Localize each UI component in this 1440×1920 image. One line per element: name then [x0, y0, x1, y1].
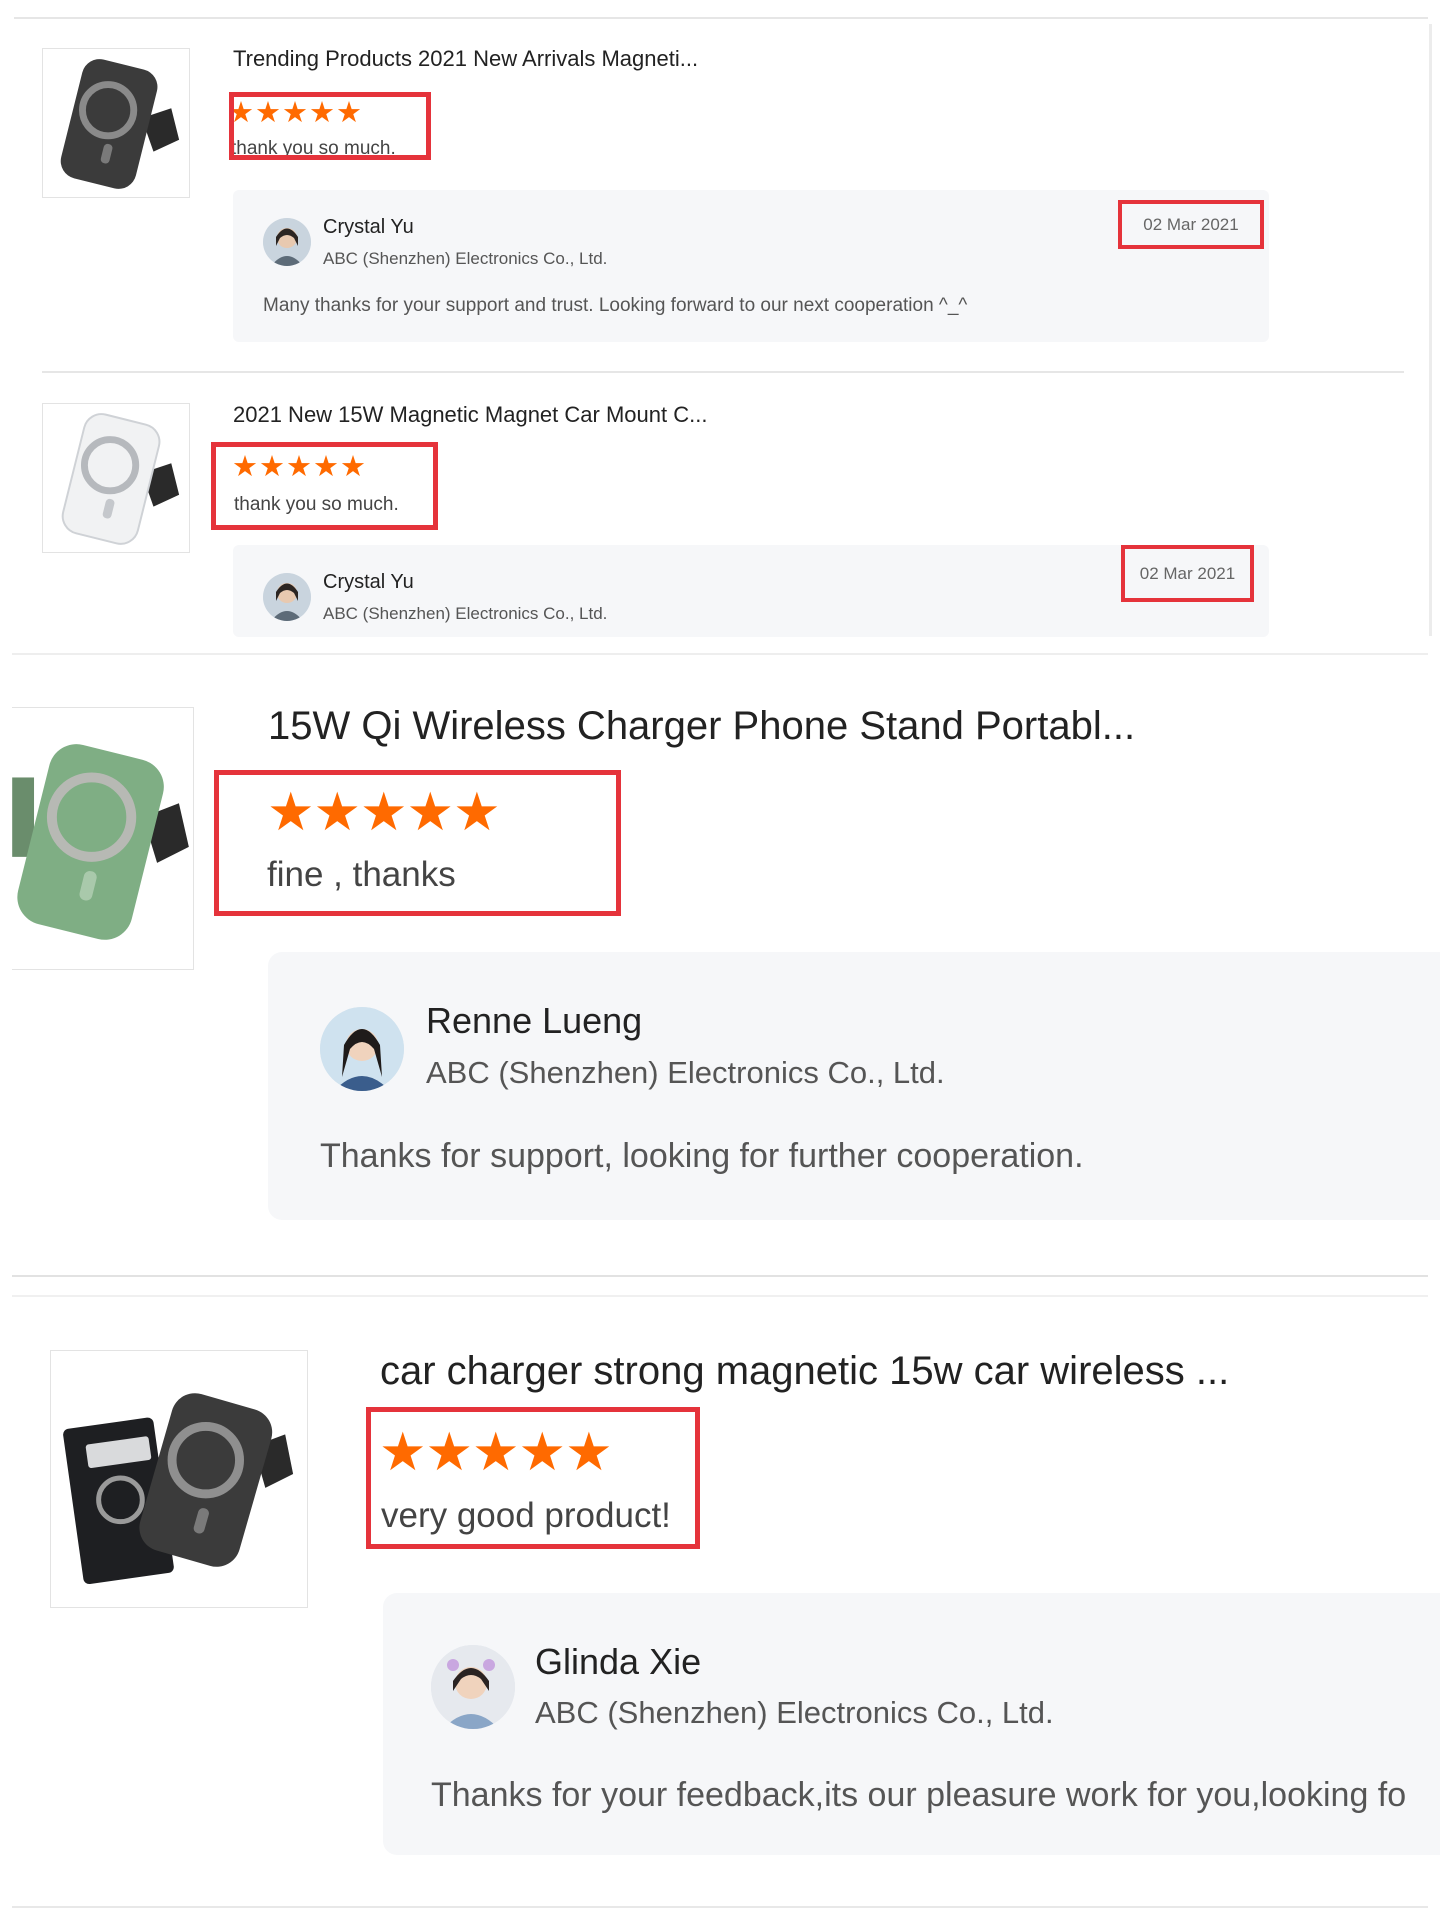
- star-icon: ★: [340, 451, 367, 483]
- divider: [42, 371, 1404, 373]
- divider: [12, 1906, 1428, 1908]
- supplier-reply: Crystal Yu ABC (Shenzhen) Electronics Co…: [233, 545, 1269, 637]
- star-icon: ★: [425, 1423, 474, 1482]
- product-thumbnail[interactable]: [50, 1350, 308, 1608]
- avatar: [263, 573, 311, 621]
- star-icon: ★: [518, 1423, 567, 1482]
- star-icon: ★: [267, 783, 315, 842]
- review-text: fine , thanks: [267, 855, 456, 894]
- review-item: car charger strong magnetic 15w car wire…: [0, 1297, 1440, 1920]
- reply-author-name: Renne Lueng: [426, 1000, 643, 1041]
- star-rating: ★★★★★: [267, 783, 501, 842]
- product-title[interactable]: 15W Qi Wireless Charger Phone Stand Port…: [268, 704, 1135, 749]
- star-icon: ★: [229, 97, 255, 129]
- star-icon: ★: [313, 451, 340, 483]
- reply-company: ABC (Shenzhen) Electronics Co., Ltd.: [426, 1055, 945, 1090]
- review-text: thank you so much.: [231, 138, 396, 159]
- reply-text: Many thanks for your support and trust. …: [263, 295, 968, 316]
- reply-author-name: Crystal Yu: [323, 216, 414, 238]
- supplier-avatar-image: [431, 1645, 515, 1729]
- rating-highlight: ★★★★★ fine , thanks: [214, 770, 621, 916]
- avatar: [263, 218, 311, 266]
- reply-company: ABC (Shenzhen) Electronics Co., Ltd.: [535, 1695, 1054, 1730]
- divider: [12, 1275, 1428, 1277]
- product-thumbnail[interactable]: [42, 403, 190, 553]
- star-icon: ★: [565, 1423, 613, 1482]
- product-thumbnail[interactable]: [12, 707, 194, 970]
- star-icon: ★: [336, 97, 363, 129]
- supplier-reply: Crystal Yu ABC (Shenzhen) Electronics Co…: [233, 190, 1269, 342]
- star-rating: ★★★★★: [232, 453, 367, 482]
- reply-text: Thanks for your feedback,its our pleasur…: [431, 1776, 1407, 1814]
- star-icon: ★: [453, 783, 501, 842]
- star-icon: ★: [406, 783, 455, 842]
- black-magnetic-car-mount-image: [43, 49, 189, 197]
- reply-date: 02 Mar 2021: [1121, 545, 1254, 602]
- rating-highlight: ★★★★★ thank you so much.: [211, 442, 438, 530]
- reply-text: Thanks for support, looking for further …: [320, 1137, 1084, 1175]
- reply-date: 02 Mar 2021: [1118, 200, 1264, 249]
- avatar: [320, 1007, 404, 1091]
- white-magnetic-car-mount-image: [43, 404, 189, 552]
- avatar: [431, 1645, 515, 1729]
- star-icon: ★: [379, 1423, 427, 1482]
- star-icon: ★: [255, 97, 282, 129]
- supplier-avatar-image: [263, 218, 311, 266]
- product-title[interactable]: car charger strong magnetic 15w car wire…: [380, 1349, 1229, 1394]
- supplier-reply: Glinda Xie ABC (Shenzhen) Electronics Co…: [383, 1593, 1440, 1855]
- reply-company: ABC (Shenzhen) Electronics Co., Ltd.: [323, 604, 608, 623]
- review-text: thank you so much.: [234, 494, 399, 515]
- rating-highlight: ★★★★★ thank you so much.: [229, 92, 431, 160]
- star-rating: ★★★★★: [229, 97, 363, 129]
- supplier-reply: Renne Lueng ABC (Shenzhen) Electronics C…: [268, 952, 1440, 1220]
- star-icon: ★: [232, 451, 259, 483]
- star-icon: ★: [472, 1423, 520, 1482]
- product-thumbnail[interactable]: [42, 48, 190, 198]
- star-icon: ★: [259, 451, 286, 483]
- review-text: very good product!: [381, 1496, 671, 1535]
- star-icon: ★: [309, 97, 336, 129]
- reply-author-name: Crystal Yu: [323, 571, 414, 593]
- star-icon: ★: [360, 783, 408, 842]
- rating-highlight: ★★★★★ very good product!: [366, 1407, 700, 1549]
- star-icon: ★: [313, 783, 362, 842]
- magnetic-car-charger-with-box-image: [51, 1351, 307, 1607]
- review-item: 15W Qi Wireless Charger Phone Stand Port…: [0, 655, 1440, 1295]
- star-icon: ★: [282, 97, 309, 129]
- reviews-page: Trending Products 2021 New Arrivals Magn…: [0, 0, 1440, 1920]
- product-title[interactable]: Trending Products 2021 New Arrivals Magn…: [233, 46, 698, 72]
- product-title[interactable]: 2021 New 15W Magnetic Magnet Car Mount C…: [233, 402, 707, 428]
- reply-author-name: Glinda Xie: [535, 1641, 702, 1682]
- scroll-edge: [1429, 24, 1432, 636]
- supplier-avatar-image: [320, 1007, 404, 1091]
- reply-company: ABC (Shenzhen) Electronics Co., Ltd.: [323, 249, 608, 268]
- star-icon: ★: [286, 451, 313, 483]
- review-item: Trending Products 2021 New Arrivals Magn…: [0, 0, 1440, 652]
- supplier-avatar-image: [263, 573, 311, 621]
- green-magnetic-car-mount-image: [12, 708, 193, 969]
- star-rating: ★★★★★: [379, 1423, 613, 1482]
